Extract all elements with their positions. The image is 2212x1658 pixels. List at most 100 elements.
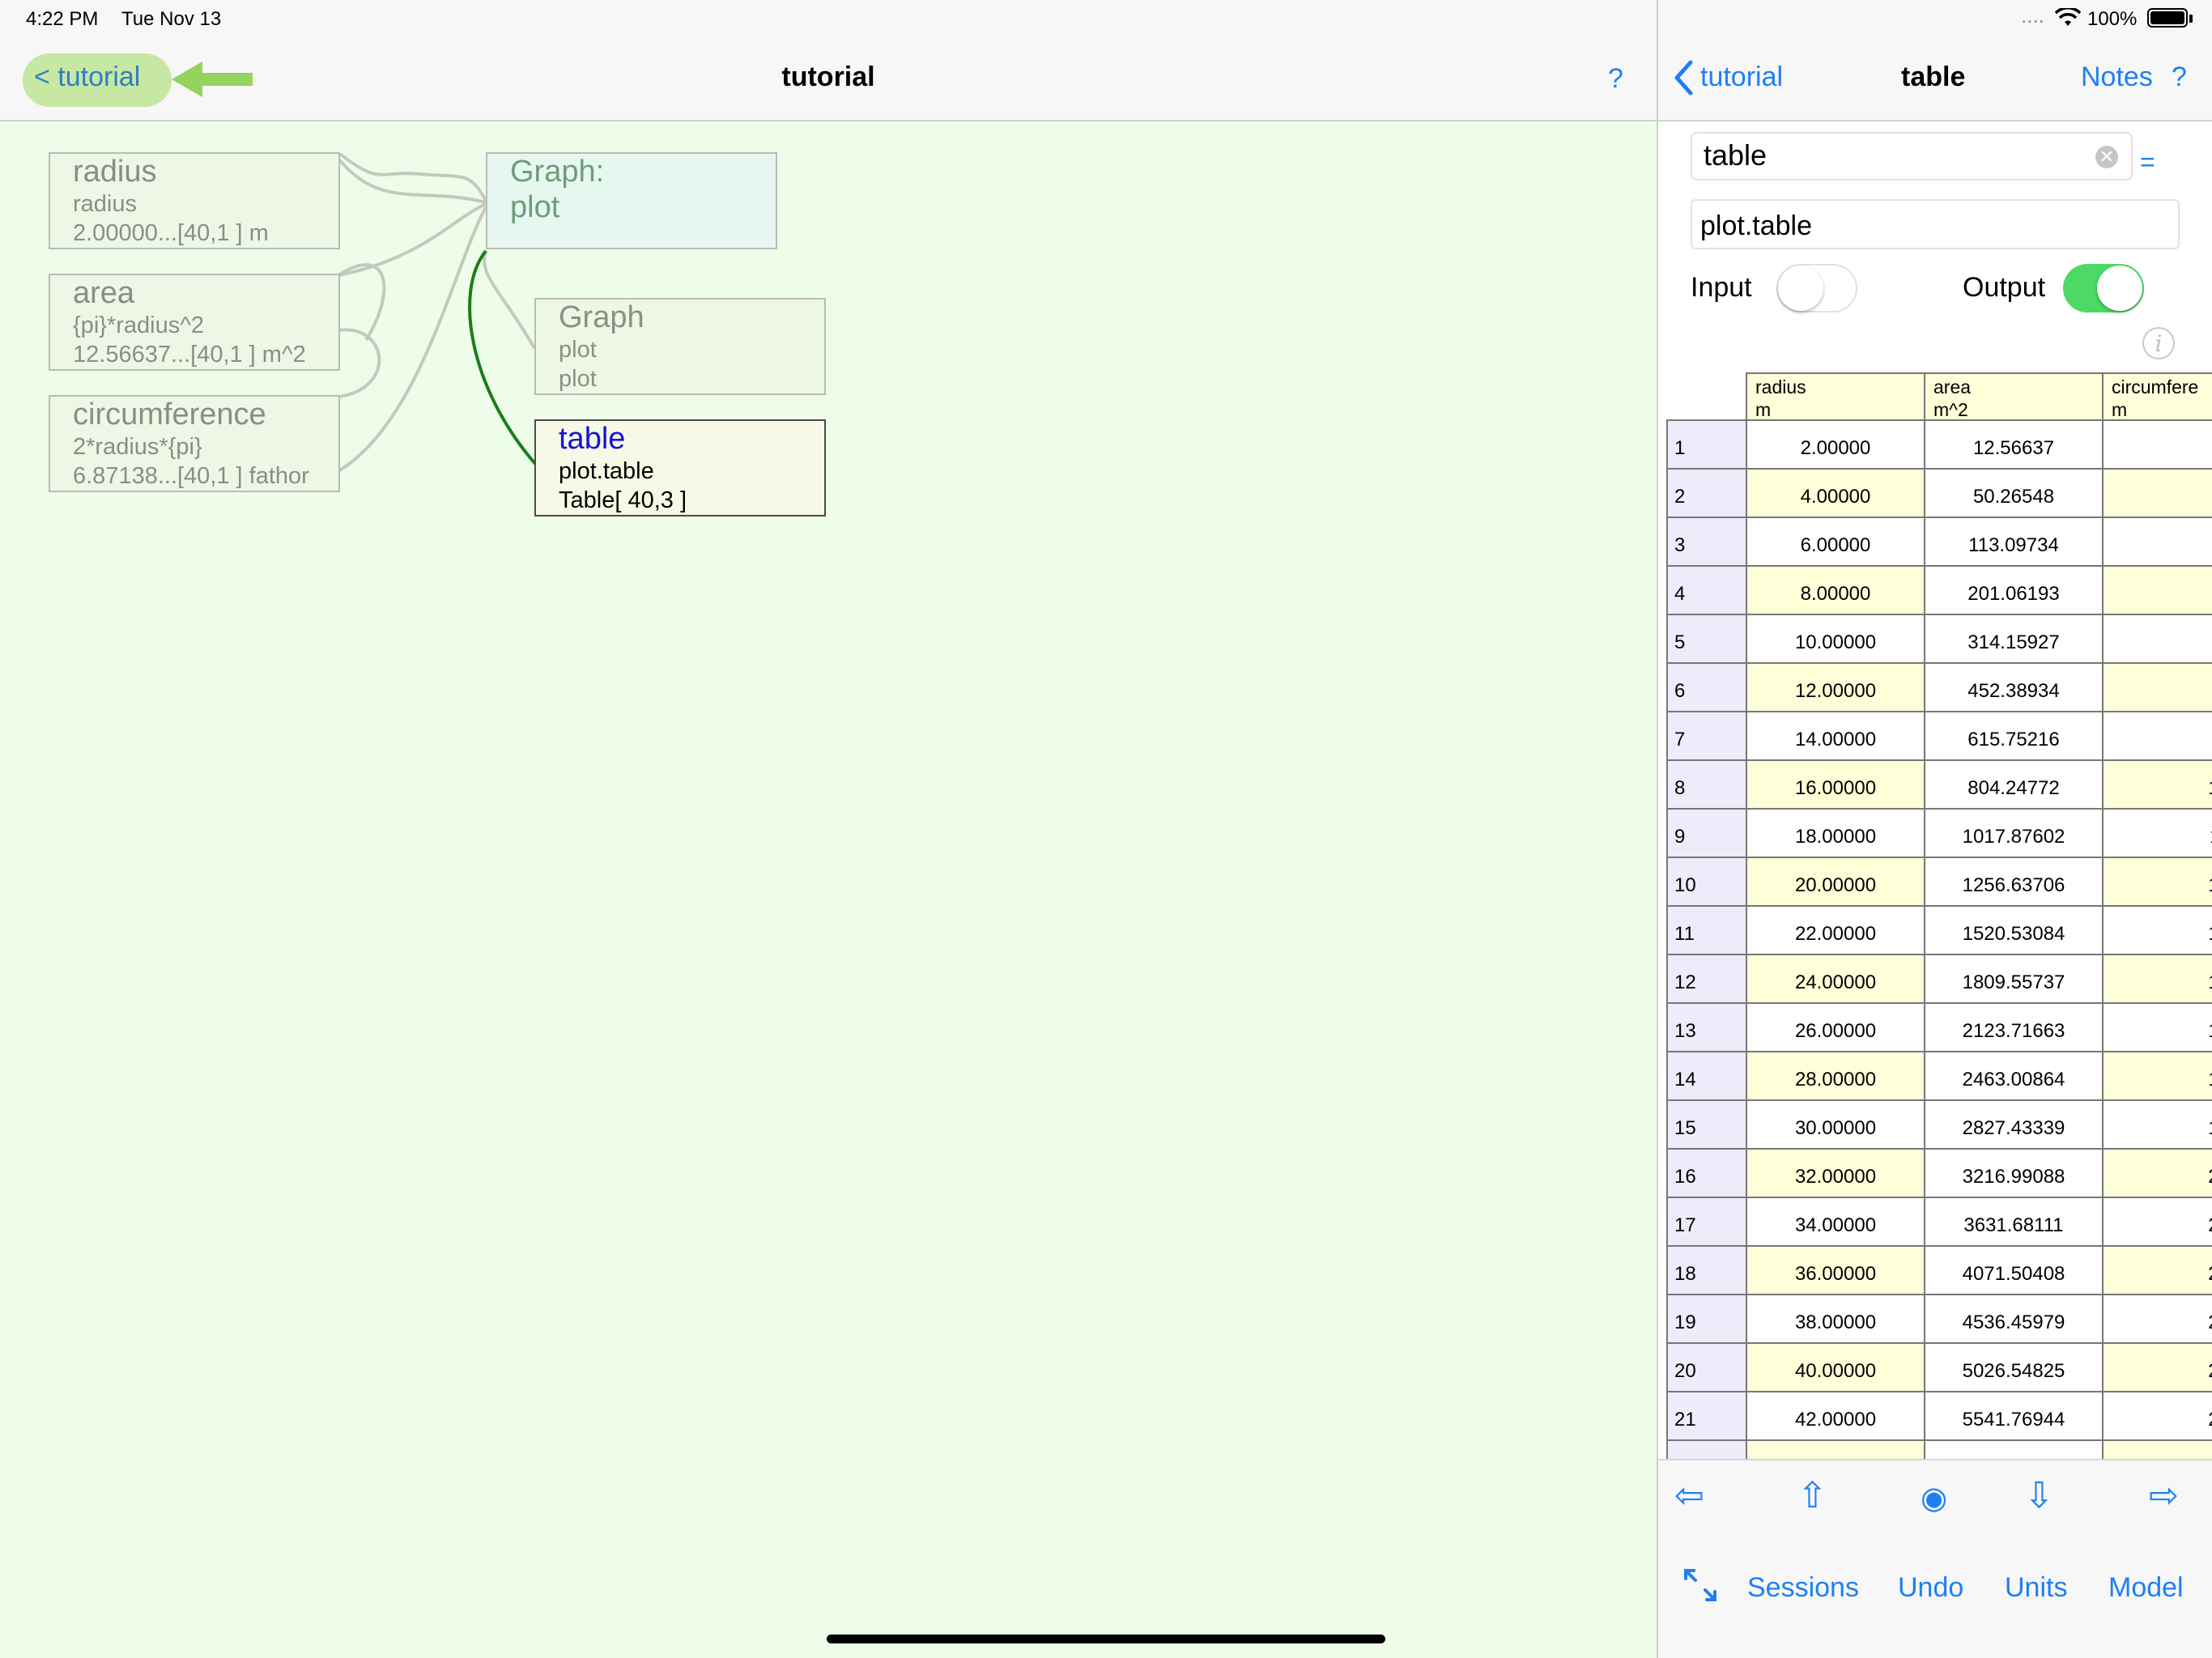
units-button[interactable]: Units — [2005, 1572, 2067, 1604]
table-cell[interactable]: 16.00000 — [1747, 761, 1925, 810]
row-number[interactable]: 12 — [1666, 955, 1747, 1004]
table-cell[interactable]: 18.00000 — [1747, 810, 1925, 858]
table-cell[interactable]: 1256.63706 — [1925, 858, 2104, 907]
chevron-left-icon[interactable] — [1673, 60, 1694, 96]
table-cell[interactable]: 30.00000 — [1747, 1101, 1925, 1150]
arrow-right-icon[interactable]: ⇨ — [2149, 1475, 2179, 1516]
row-number[interactable]: 21 — [1666, 1392, 1747, 1441]
table-cell[interactable] — [1666, 1441, 1747, 1459]
table-cell[interactable]: 615.75216 — [1925, 712, 2104, 761]
node-name-field[interactable]: table ✕ — [1691, 132, 2133, 181]
table-cell[interactable]: 5026.54825 — [1925, 1344, 2104, 1392]
row-number[interactable]: 19 — [1666, 1295, 1747, 1344]
table-cell[interactable]: 226.194 — [2104, 1247, 2212, 1295]
row-number[interactable]: 13 — [1666, 1004, 1747, 1052]
table-cell[interactable]: 20.00000 — [1747, 858, 1925, 907]
table-cell[interactable]: 14.00000 — [1747, 712, 1925, 761]
table-cell[interactable]: 2827.43339 — [1925, 1101, 2104, 1150]
table-cell[interactable]: 75.398 — [2104, 664, 2212, 712]
column-header[interactable]: circumfere m — [2104, 372, 2212, 421]
table-cell[interactable]: 50.26548 — [1925, 470, 2104, 518]
table-cell[interactable]: 1017.87602 — [1925, 810, 2104, 858]
table-cell[interactable]: 24.00000 — [1747, 955, 1925, 1004]
model-button[interactable]: Model — [2108, 1572, 2184, 1604]
table-cell[interactable]: 3631.68111 — [1925, 1198, 2104, 1247]
row-number[interactable]: 16 — [1666, 1150, 1747, 1198]
center-dot-icon[interactable]: ◉ — [1921, 1480, 1947, 1516]
info-icon[interactable]: i — [2142, 327, 2175, 359]
tutorial-back-link[interactable]: tutorial — [1700, 62, 1783, 93]
column-header[interactable]: area m^2 — [1925, 372, 2104, 421]
table-cell[interactable]: 28.00000 — [1747, 1052, 1925, 1101]
table-cell[interactable]: 113.097 — [2104, 810, 2212, 858]
table-cell[interactable]: 12.56637 — [1925, 421, 2104, 470]
table-cell[interactable]: 4071.50408 — [1925, 1247, 2104, 1295]
node-area[interactable]: area {pi}*radius^2 12.56637...[40,1 ] m^… — [49, 274, 340, 371]
table-cell[interactable]: 125.663 — [2104, 858, 2212, 907]
table-cell[interactable]: 12.566 — [2104, 421, 2212, 470]
model-canvas-pane[interactable]: 4:22 PM Tue Nov 13 < tutorial tutorial ?… — [0, 0, 1657, 1658]
table-cell[interactable]: 1520.53084 — [1925, 907, 2104, 955]
table-cell[interactable] — [1925, 1441, 2104, 1459]
table-cell[interactable]: 175.929 — [2104, 1052, 2212, 1101]
table-cell[interactable]: 38.00000 — [1747, 1295, 1925, 1344]
clear-icon[interactable]: ✕ — [2095, 146, 2118, 168]
row-number[interactable]: 15 — [1666, 1101, 1747, 1150]
row-number[interactable]: 5 — [1666, 615, 1747, 664]
table-cell[interactable]: 251.327 — [2104, 1344, 2212, 1392]
table-cell[interactable]: 62.831 — [2104, 615, 2212, 664]
table-cell[interactable]: 37.699 — [2104, 518, 2212, 567]
table-cell[interactable]: 201.061 — [2104, 1150, 2212, 1198]
table-cell[interactable]: 26.00000 — [1747, 1004, 1925, 1052]
table-cell[interactable]: 5541.76944 — [1925, 1392, 2104, 1441]
table-cell[interactable] — [1747, 1441, 1925, 1459]
row-number[interactable]: 10 — [1666, 858, 1747, 907]
row-number[interactable]: 2 — [1666, 470, 1747, 518]
sessions-button[interactable]: Sessions — [1747, 1572, 1859, 1604]
table-cell[interactable]: 1809.55737 — [1925, 955, 2104, 1004]
expand-icon[interactable] — [1681, 1566, 1720, 1605]
table-cell[interactable]: 201.06193 — [1925, 567, 2104, 615]
table-cell[interactable]: 4536.45979 — [1925, 1295, 2104, 1344]
row-number[interactable]: 20 — [1666, 1344, 1747, 1392]
table-cell[interactable]: 213.628 — [2104, 1198, 2212, 1247]
arrow-left-icon[interactable]: ⇦ — [1674, 1475, 1704, 1516]
data-table[interactable]: radius m area m^2 circumfere m 1 2.00000 12.5663… — [1666, 372, 2212, 1459]
table-cell[interactable]: 804.24772 — [1925, 761, 2104, 810]
arrow-up-icon[interactable]: ⇧ — [1797, 1475, 1827, 1516]
undo-button[interactable]: Undo — [1898, 1572, 1963, 1604]
table-cell[interactable]: 2123.71663 — [1925, 1004, 2104, 1052]
table-cell[interactable]: 8.00000 — [1747, 567, 1925, 615]
row-number[interactable]: 17 — [1666, 1198, 1747, 1247]
table-cell[interactable]: 2.00000 — [1747, 421, 1925, 470]
node-table[interactable]: table plot.table Table[ 40,3 ] — [534, 419, 826, 517]
arrow-down-icon[interactable]: ⇩ — [2024, 1475, 2054, 1516]
table-cell[interactable]: 34.00000 — [1747, 1198, 1925, 1247]
table-cell[interactable]: 2463.00864 — [1925, 1052, 2104, 1101]
row-number[interactable]: 8 — [1666, 761, 1747, 810]
row-number[interactable]: 1 — [1666, 421, 1747, 470]
output-toggle[interactable] — [2063, 264, 2144, 312]
node-circumference[interactable]: circumference 2*radius*{pi} 6.87138...[4… — [49, 395, 340, 492]
row-number[interactable]: 3 — [1666, 518, 1747, 567]
table-cell[interactable]: 138.230 — [2104, 907, 2212, 955]
table-cell[interactable]: 6.00000 — [1747, 518, 1925, 567]
node-radius[interactable]: radius radius 2.00000...[40,1 ] m — [49, 152, 340, 249]
table-cell[interactable] — [2104, 1441, 2212, 1459]
table-cell[interactable]: 263.893 — [2104, 1392, 2212, 1441]
table-cell[interactable]: 113.09734 — [1925, 518, 2104, 567]
row-number[interactable]: 6 — [1666, 664, 1747, 712]
table-cell[interactable]: 50.265 — [2104, 567, 2212, 615]
table-cell[interactable]: 238.761 — [2104, 1295, 2212, 1344]
input-toggle[interactable] — [1776, 264, 1857, 312]
row-number[interactable]: 11 — [1666, 907, 1747, 955]
column-header[interactable]: radius m — [1747, 372, 1925, 421]
table-cell[interactable]: 25.132 — [2104, 470, 2212, 518]
table-cell[interactable]: 452.38934 — [1925, 664, 2104, 712]
home-indicator[interactable] — [827, 1635, 1385, 1643]
table-cell[interactable]: 4.00000 — [1747, 470, 1925, 518]
table-cell[interactable]: 40.00000 — [1747, 1344, 1925, 1392]
table-cell[interactable]: 188.495 — [2104, 1101, 2212, 1150]
table-cell[interactable]: 42.00000 — [1747, 1392, 1925, 1441]
inspector-help-button[interactable]: ? — [2172, 62, 2187, 93]
